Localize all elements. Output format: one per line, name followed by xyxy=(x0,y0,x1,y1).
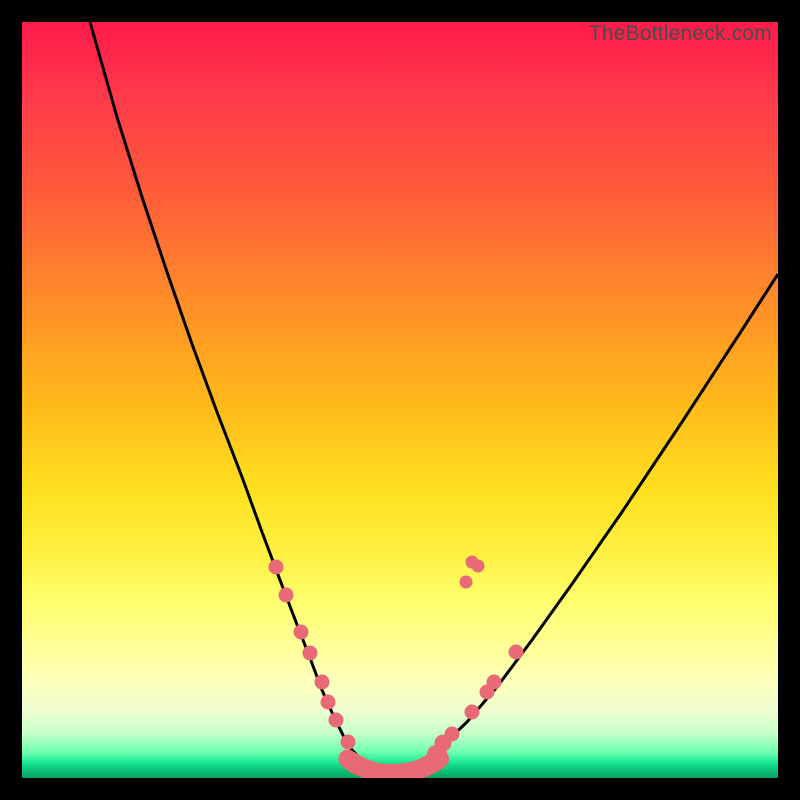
chart-svg xyxy=(22,22,778,778)
curve-marker xyxy=(460,576,472,588)
curve-markers xyxy=(269,556,523,751)
bottleneck-curve xyxy=(90,22,778,767)
curve-marker xyxy=(303,646,317,660)
curve-bottom-blob xyxy=(347,754,440,773)
plot-area: TheBottleneck.com xyxy=(22,22,778,778)
chart-container: TheBottleneck.com xyxy=(0,0,800,800)
curve-marker xyxy=(329,713,343,727)
curve-marker xyxy=(465,705,479,719)
curve-marker xyxy=(321,695,335,709)
curve-marker xyxy=(294,625,308,639)
curve-marker xyxy=(279,588,293,602)
curve-marker xyxy=(509,645,523,659)
curve-marker xyxy=(472,560,484,572)
curve-marker xyxy=(269,560,283,574)
curve-marker xyxy=(341,735,355,749)
curve-marker xyxy=(315,675,329,689)
curve-marker xyxy=(445,727,459,741)
curve-marker xyxy=(487,675,501,689)
